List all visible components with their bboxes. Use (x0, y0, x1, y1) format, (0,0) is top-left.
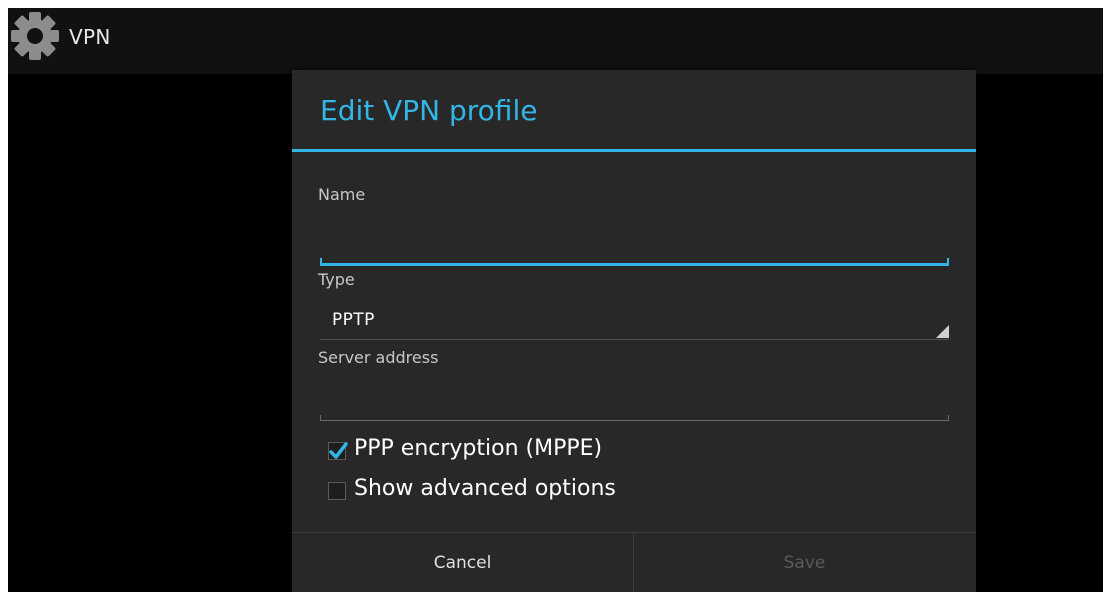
server-input-edge-left (320, 415, 321, 421)
name-label: Name (318, 185, 366, 204)
name-input-edge-left (320, 258, 322, 266)
advanced-options-checkbox[interactable] (328, 482, 346, 500)
action-bar-title: VPN (69, 25, 111, 49)
ppp-encryption-checkbox[interactable] (328, 442, 348, 460)
advanced-options-label: Show advanced options (354, 476, 616, 501)
server-input-underline (320, 420, 949, 421)
name-input-underline (320, 263, 949, 266)
dropdown-arrow-icon (936, 325, 949, 338)
checkmark-icon (329, 442, 348, 459)
type-selected-value: PPTP (332, 310, 375, 330)
save-button[interactable]: Save (634, 533, 975, 592)
gear-icon[interactable] (10, 10, 60, 62)
edit-vpn-dialog: Edit VPN profile Name Type PPTP Server a… (292, 70, 976, 592)
ppp-encryption-label: PPP encryption (MPPE) (354, 436, 603, 461)
cancel-button[interactable]: Cancel (292, 533, 633, 592)
type-dropdown-underline (320, 339, 949, 340)
server-address-input[interactable] (320, 381, 949, 421)
name-input[interactable] (320, 226, 949, 266)
dialog-title: Edit VPN profile (320, 94, 538, 127)
action-bar: VPN (8, 8, 1103, 74)
type-dropdown[interactable]: PPTP (320, 296, 949, 340)
name-input-edge-right (947, 258, 949, 266)
title-divider (292, 149, 976, 152)
type-label: Type (318, 270, 355, 289)
android-screen: VPN Edit VPN profile Name Type PPTP Serv… (8, 8, 1103, 592)
server-input-edge-right (948, 415, 949, 421)
server-address-label: Server address (318, 348, 439, 367)
dialog-button-bar: Cancel Save (292, 532, 976, 592)
